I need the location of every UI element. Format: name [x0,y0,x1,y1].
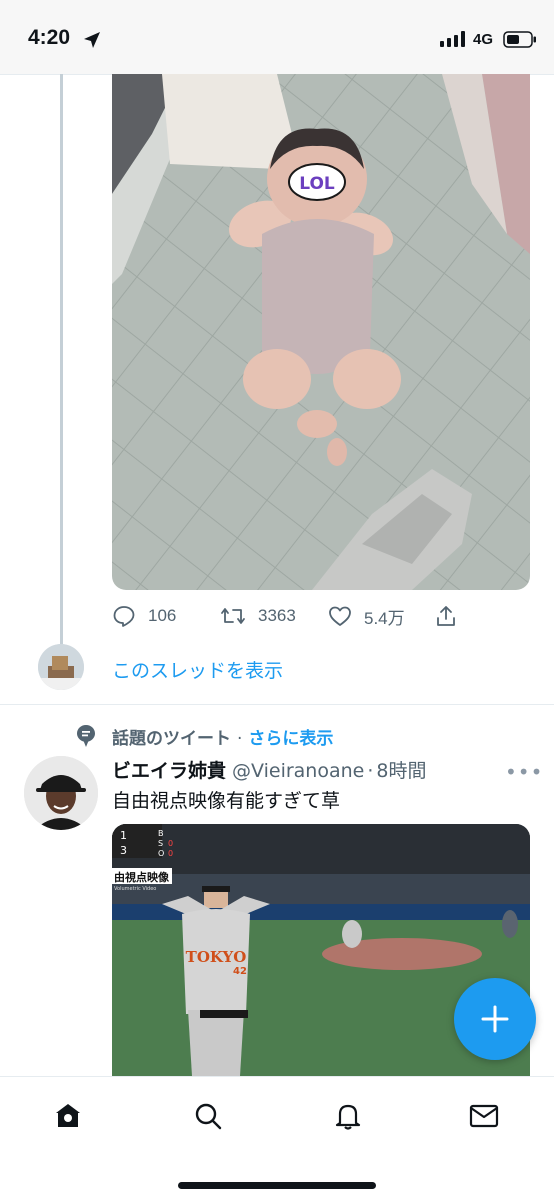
trending-tweet-label: 話題のツイート · さらに表示 [112,724,333,749]
tab-messages[interactable] [464,1096,504,1136]
count-s-label: S [158,839,163,848]
show-thread-link[interactable]: このスレッドを表示 [112,656,283,683]
author-handle[interactable]: @Vieiranoane [232,760,364,782]
count-o-value: 0 [168,849,173,858]
thread-connector-line [60,74,63,644]
uniform-text: TOKYO [186,948,247,966]
score-inning: 3 [120,844,127,857]
plus-icon [481,1005,509,1033]
score-top-inning: 1 [120,829,127,842]
network-type: 4G [473,31,494,48]
share-icon [437,606,455,626]
tab-search[interactable] [188,1096,228,1136]
mail-icon [469,1104,499,1128]
time-separator: · [367,760,374,782]
tweet-time: 8時間 [376,760,427,782]
tweet-action-bar: 106 3363 5.4万 [112,600,532,632]
trending-label-text: 話題のツイート [112,729,231,749]
battery-icon [503,31,536,48]
tweet-photo[interactable]: LOL [112,74,530,590]
home-icon [56,1104,80,1127]
speech-bubble-icon [77,725,95,747]
lol-sticker: LOL [299,174,335,194]
status-time: 4:20 [28,26,71,49]
home-indicator [178,1182,376,1189]
caption-sub: Volumetric Video [114,886,156,892]
tab-home[interactable] [48,1096,88,1136]
reply-icon [113,606,135,627]
search-icon [195,1103,222,1130]
count-o-label: O [158,849,164,858]
more-options-icon[interactable]: ••• [505,760,543,784]
author-name[interactable]: ビエイラ姉貴 [112,760,226,782]
tweet-text: 自由視点映像有能すぎて草 [112,790,341,812]
uniform-number: 42 [233,966,247,977]
free-viewpoint-caption: 由視点映像 [114,870,170,884]
signal-dots-icon [440,31,465,47]
reply-button[interactable]: 106 [112,600,176,632]
reply-count: 106 [148,606,177,625]
share-button[interactable] [434,600,458,632]
bell-icon [335,1104,361,1130]
trending-separator: · [237,729,243,749]
author-line: ビエイラ姉貴 @Vieiranoane · 8時間 [112,756,426,783]
heart-icon [329,606,351,626]
compose-tweet-button[interactable] [454,978,536,1060]
like-button[interactable]: 5.4万 [328,600,405,632]
tab-notifications[interactable] [328,1096,368,1136]
count-s-value: 0 [168,839,173,848]
status-bar: 4:20 4G [0,0,554,75]
avatar[interactable] [38,644,84,690]
like-count: 5.4万 [364,608,405,628]
count-b-label: B [158,829,164,838]
show-more-link[interactable]: さらに表示 [248,729,333,749]
retweet-button[interactable]: 3363 [220,600,296,632]
location-arrow-icon [84,32,100,48]
retweet-icon [221,608,245,624]
retweet-count: 3363 [258,606,296,625]
author-avatar[interactable] [24,756,98,830]
divider [0,704,554,705]
